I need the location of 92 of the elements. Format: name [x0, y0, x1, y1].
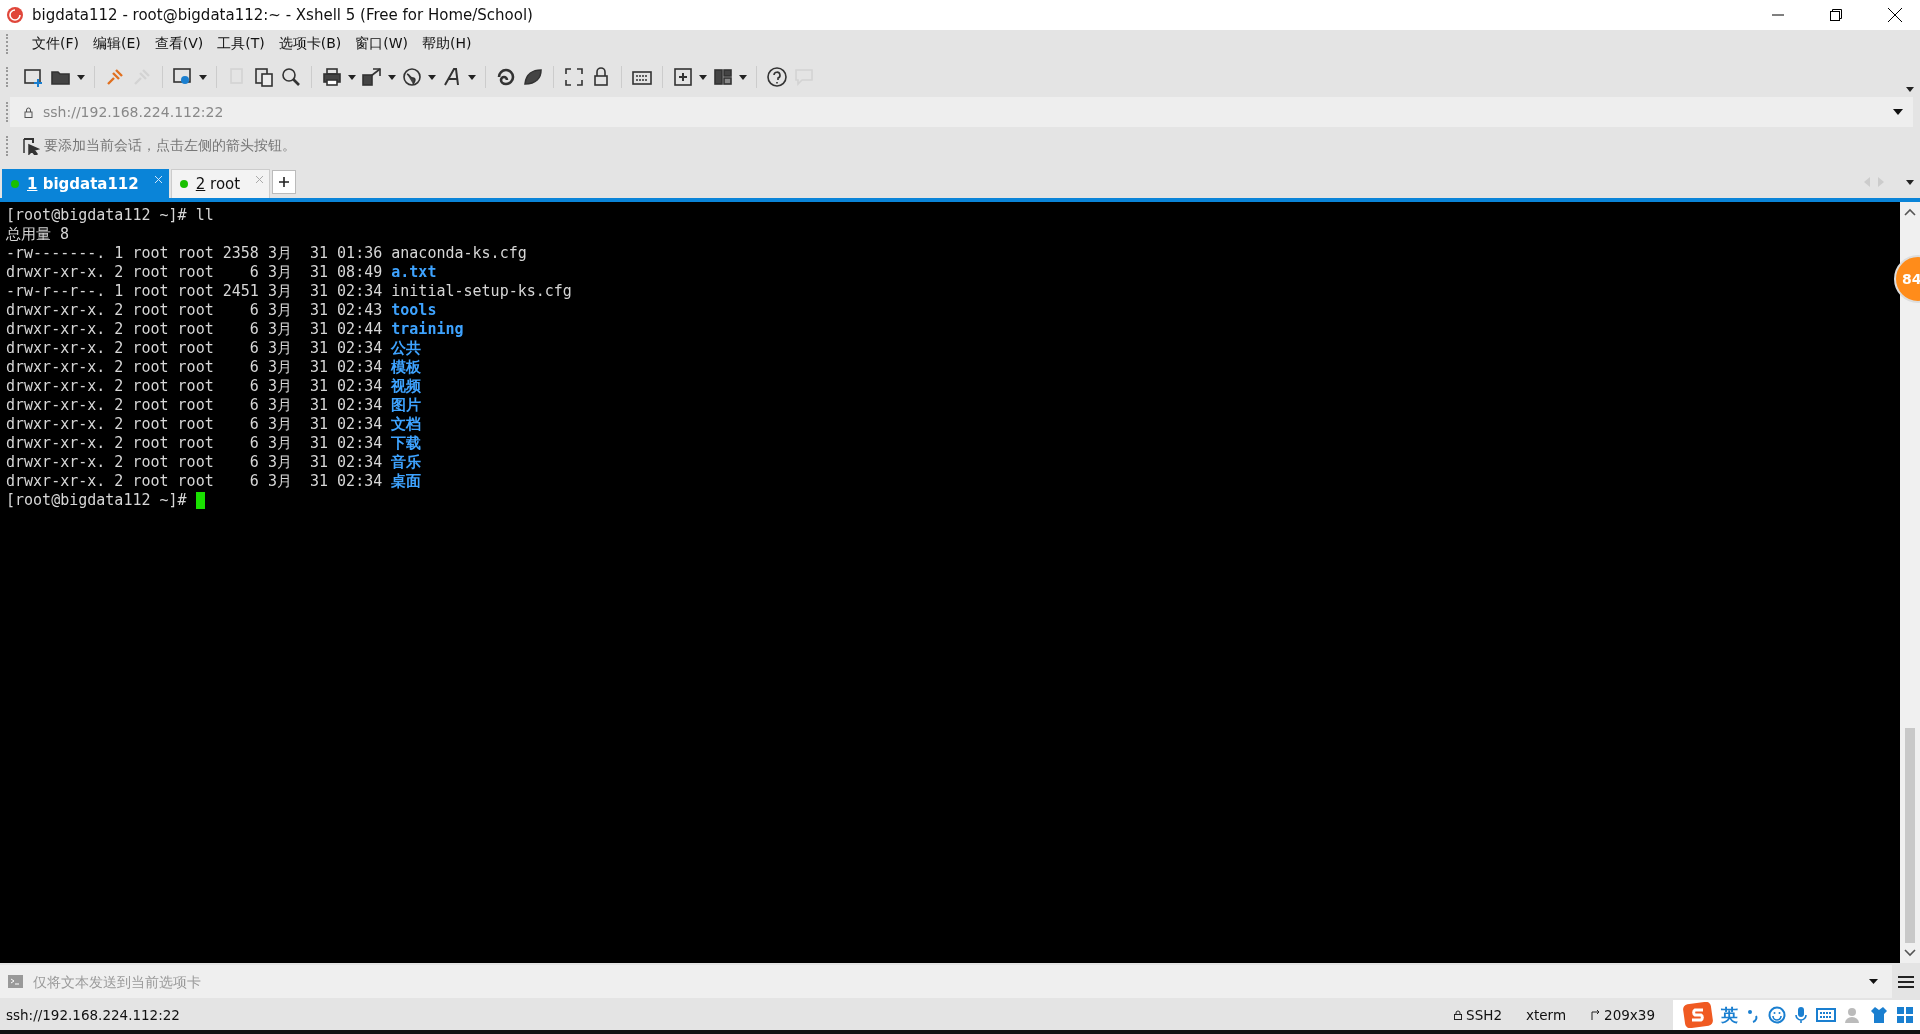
terminal-icon: [8, 975, 23, 988]
tab-label: 1 bigdata112: [27, 175, 139, 193]
caret-icon[interactable]: [77, 74, 85, 80]
file-name: a.txt: [391, 263, 437, 282]
file-name: training: [391, 320, 464, 339]
file-details: drwxr-xr-x. 2 root root 6 3月 31 02:43: [6, 301, 384, 320]
file-name: 视频: [391, 377, 422, 396]
window-title: bigdata112 - root@bigdata112:~ - Xshell 5 (Free for Home/School): [32, 6, 533, 24]
caret-icon[interactable]: [739, 74, 747, 80]
tab-label: 2 root: [195, 175, 241, 193]
help-icon[interactable]: [766, 66, 788, 88]
search-icon[interactable]: [280, 66, 302, 88]
terminal-line: 总用量 8: [6, 225, 70, 244]
file-details: drwxr-xr-x. 2 root root 6 3月 31 08:49: [6, 263, 384, 282]
file-details: drwxr-xr-x. 2 root root 6 3月 31 02:34: [6, 415, 384, 434]
terminal-type-label: xterm: [1526, 1007, 1567, 1023]
app-logo-icon: [6, 6, 24, 24]
new-session-icon[interactable]: [23, 66, 45, 88]
add-tab-icon[interactable]: [672, 66, 694, 88]
leaf-icon[interactable]: [522, 66, 544, 88]
scroll-thumb[interactable]: [1905, 728, 1915, 943]
caret-icon[interactable]: [348, 74, 356, 80]
restore-icon[interactable]: [1830, 9, 1842, 21]
file-name: initial-setup-ks.cfg: [391, 282, 572, 301]
terminal-line: [root@bigdata112 ~]#: [6, 491, 188, 510]
menu-item[interactable]: 选项卡(B): [278, 35, 342, 53]
file-details: -rw-r--r--. 1 root root 2451 3月 31 02:34: [6, 282, 384, 301]
menu-item[interactable]: 工具(T): [217, 35, 265, 53]
file-name: 文档: [391, 415, 422, 434]
lock-icon: [1454, 1010, 1463, 1020]
file-name: anaconda-ks.cfg: [391, 244, 527, 263]
keyboard-icon[interactable]: [1816, 1008, 1836, 1022]
caret-icon[interactable]: [428, 74, 436, 80]
scrollbar[interactable]: [1900, 202, 1920, 963]
caret-icon[interactable]: [1906, 87, 1914, 92]
transfer-icon[interactable]: [361, 66, 383, 88]
file-details: drwxr-xr-x. 2 root root 6 3月 31 02:34: [6, 358, 384, 377]
resize-icon: [1590, 1010, 1601, 1020]
smiley-icon[interactable]: [1768, 1006, 1786, 1024]
caret-icon[interactable]: [1893, 109, 1903, 115]
close-icon[interactable]: [1888, 8, 1902, 22]
file-details: drwxr-xr-x. 2 root root 6 3月 31 02:34: [6, 453, 384, 472]
lock-icon: [24, 106, 33, 118]
file-details: -rw-------. 1 root root 2358 3月 31 01:36: [6, 244, 384, 263]
layout-icon[interactable]: [712, 66, 734, 88]
plus-icon: [279, 177, 290, 187]
file-name: 音乐: [391, 453, 422, 472]
file-name: 图片: [391, 396, 422, 415]
shirt-icon[interactable]: [1870, 1006, 1888, 1024]
status-dot-icon: [11, 180, 19, 188]
microphone-icon[interactable]: [1794, 1006, 1808, 1024]
paste-icon[interactable]: [253, 66, 275, 88]
arrow-icon[interactable]: [22, 137, 40, 155]
menu-item[interactable]: 查看(V): [154, 35, 204, 53]
status-address: ssh://192.168.224.112:22: [6, 1007, 180, 1023]
menu-item[interactable]: 窗口(W): [355, 35, 409, 53]
menu-icon[interactable]: [1898, 974, 1914, 989]
grid-icon[interactable]: [1896, 1006, 1914, 1024]
caret-icon[interactable]: [1906, 179, 1914, 185]
session-tab[interactable]: 1 bigdata112: [2, 169, 169, 198]
session-tab[interactable]: 2 root: [170, 169, 271, 198]
new-tab-button[interactable]: [272, 170, 297, 194]
file-details: drwxr-xr-x. 2 root root 6 3月 31 02:34: [6, 396, 384, 415]
compose-field[interactable]: 仅将文本发送到当前选项卡: [0, 965, 1892, 998]
file-name: 模板: [391, 358, 422, 377]
file-name: tools: [391, 301, 437, 320]
file-details: drwxr-xr-x. 2 root root 6 3月 31 02:34: [6, 434, 384, 453]
terminal-line: [root@bigdata112 ~]# ll: [6, 206, 214, 225]
protocol-label: SSH2: [1466, 1007, 1502, 1023]
file-details: drwxr-xr-x. 2 root root 6 3月 31 02:34: [6, 339, 384, 358]
caret-icon[interactable]: [699, 74, 707, 80]
printer-icon[interactable]: [321, 66, 343, 88]
menu-item[interactable]: 帮助(H): [422, 35, 472, 53]
status-dot-icon: [179, 180, 188, 188]
swirl-icon[interactable]: [495, 66, 517, 88]
fullscreen-icon[interactable]: [563, 66, 585, 88]
file-details: drwxr-xr-x. 2 root root 6 3月 31 02:34: [6, 472, 384, 491]
file-name: 公共: [391, 339, 422, 358]
caret-icon[interactable]: [199, 74, 207, 80]
file-details: drwxr-xr-x. 2 root root 6 3月 31 02:34: [6, 377, 384, 396]
input-method-logo-icon[interactable]: [1683, 1002, 1713, 1028]
session-hint: 要添加当前会话，点击左侧的箭头按钮。: [44, 137, 296, 155]
terminal-size-label: 209x39: [1604, 1007, 1655, 1023]
file-details: drwxr-xr-x. 2 root root 6 3月 31 02:44: [6, 320, 384, 339]
input-mode-label[interactable]: 英: [1721, 1003, 1738, 1027]
file-name: 桌面: [391, 472, 422, 491]
caret-icon[interactable]: [1869, 979, 1878, 984]
caret-icon[interactable]: [388, 74, 396, 80]
menu-item[interactable]: 文件(F): [32, 35, 79, 53]
menu-item[interactable]: 编辑(E): [93, 35, 141, 53]
caret-icon[interactable]: [468, 74, 476, 80]
file-name: 下载: [391, 434, 422, 453]
